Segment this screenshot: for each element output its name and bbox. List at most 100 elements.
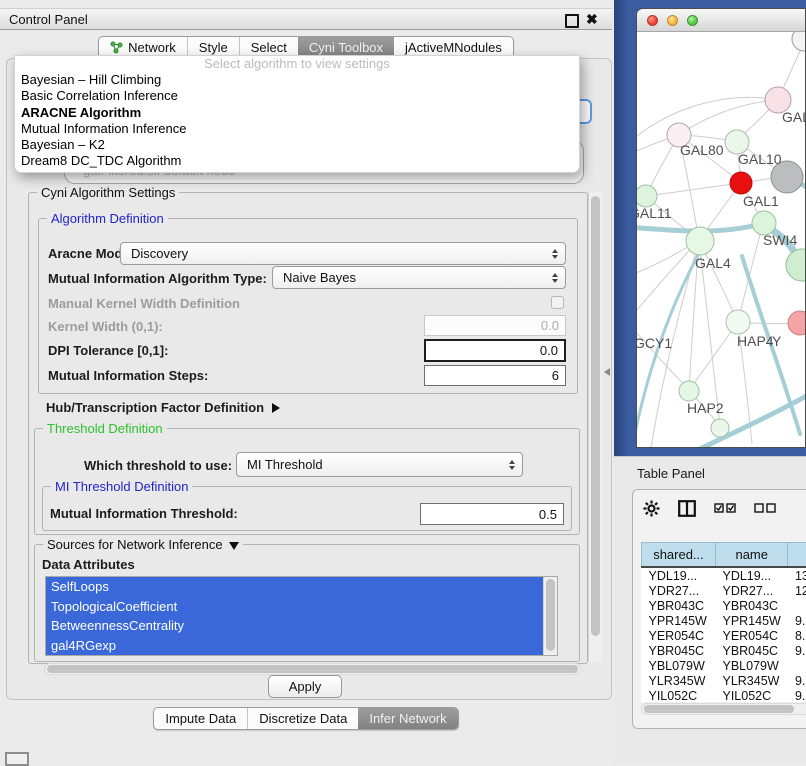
table-cell: 13 [788, 567, 806, 583]
apply-button-label: Apply [289, 679, 322, 694]
minimized-panel-icon[interactable] [5, 752, 29, 766]
table-row[interactable]: YLR345WYLR345W9. [642, 673, 806, 688]
collapsed-arrow-icon [272, 403, 280, 413]
network-node-label: GAL11 [637, 205, 672, 221]
network-node-gal1[interactable] [730, 172, 752, 194]
aracne-mode-combo[interactable]: Discovery [120, 242, 566, 265]
table-column-header[interactable]: A [788, 543, 806, 568]
network-edge[interactable] [679, 100, 778, 135]
table-cell: YER054C [642, 628, 716, 643]
mi-steps-input[interactable]: 6 [424, 365, 566, 386]
table-row[interactable]: YDL19...YDL19...13 [642, 567, 806, 583]
select-all-checkboxes-icon[interactable] [714, 502, 736, 514]
network-node-hap4[interactable] [726, 310, 750, 334]
network-node[interactable] [711, 419, 729, 437]
tab-infer-network[interactable]: Infer Network [358, 708, 457, 729]
network-graph-canvas[interactable]: GALGAL80GAL10GAL1SWI4GAL11GAL4GCY1HAP4YH… [637, 32, 806, 448]
network-edge[interactable] [646, 183, 741, 196]
kernel-width-input: 0.0 [424, 315, 566, 336]
algorithm-popup-item[interactable]: Bayesian – Hill Climbing [15, 72, 579, 88]
network-view-window[interactable]: GALGAL80GAL10GAL1SWI4GAL11GAL4GCY1HAP4YH… [636, 8, 806, 448]
split-columns-icon[interactable] [678, 500, 696, 517]
bottom-tab-strip: Impute Data Discretize Data Infer Network [153, 707, 458, 730]
data-attribute-item-selected[interactable]: SelfLoops [46, 577, 544, 597]
data-attribute-item-selected[interactable]: BetweennessCentrality [46, 616, 544, 636]
algorithm-popup-item[interactable]: Mutual Information Inference [15, 121, 579, 137]
sources-title-text: Sources for Network Inference [47, 537, 223, 552]
mi-threshold-value: 0.5 [539, 507, 557, 522]
table-row[interactable]: YBL079WYBL079W [642, 658, 806, 673]
table-row[interactable]: YER054CYER054C8. [642, 628, 806, 643]
node-table[interactable]: shared...nameAYDL19...YDL19...13YDR27...… [641, 542, 806, 702]
table-cell: YBR045C [715, 643, 788, 658]
tab-label: Select [251, 40, 287, 55]
network-edge[interactable] [689, 322, 738, 390]
kernel-width-label: Kernel Width (0,1): [48, 319, 163, 334]
data-attribute-item-selected[interactable]: gal4RGexp [46, 636, 544, 656]
tab-label: Discretize Data [259, 711, 347, 726]
mi-algorithm-type-combo[interactable]: Naive Bayes [272, 266, 566, 289]
table-cell: YBL079W [715, 658, 788, 673]
data-attributes-list[interactable]: SelfLoopsTopologicalCoefficientBetweenne… [45, 576, 558, 656]
tab-discretize-data[interactable]: Discretize Data [247, 708, 358, 729]
network-edge[interactable] [637, 240, 699, 322]
table-cell: 12 [788, 583, 806, 598]
table-cell: 9. [788, 643, 806, 658]
algorithm-popup-items: Bayesian – Hill ClimbingBasic Correlatio… [15, 72, 579, 170]
table-cell: 9. [788, 688, 806, 702]
network-node-y[interactable] [788, 311, 806, 335]
table-column-header[interactable]: shared... [642, 543, 716, 568]
deselect-checkboxes-icon[interactable] [754, 502, 776, 514]
table-row[interactable]: YBR043CYBR043C [642, 598, 806, 613]
tab-impute-data[interactable]: Impute Data [154, 708, 247, 729]
network-node-gal4[interactable] [686, 227, 714, 255]
network-desktop-background: GALGAL80GAL10GAL1SWI4GAL11GAL4GCY1HAP4YH… [614, 0, 806, 456]
stepper-icon [509, 460, 515, 470]
dpi-tolerance-input[interactable]: 0.0 [424, 339, 566, 362]
mi-algorithm-type-label: Mutual Information Algorithm Type: [48, 271, 267, 286]
manual-kernel-checkbox[interactable] [551, 296, 564, 309]
float-icon[interactable] [565, 14, 579, 28]
mi-threshold-input[interactable]: 0.5 [420, 503, 564, 525]
hub-section-toggle[interactable]: Hub/Transcription Factor Definition [46, 400, 280, 415]
settings-vertical-scrollbar[interactable] [588, 192, 602, 662]
panel-divider-collapse-icon[interactable] [604, 368, 610, 376]
network-node-hap2[interactable] [679, 381, 699, 401]
mi-algorithm-type-value: Naive Bayes [283, 270, 356, 285]
table-row[interactable]: YBR045CYBR045C9. [642, 643, 806, 658]
control-panel-titlebar[interactable]: Control Panel [0, 8, 612, 30]
table-column-header[interactable]: name [715, 543, 788, 568]
settings-horizontal-scrollbar[interactable] [44, 663, 581, 675]
algorithm-popup-item[interactable]: ARACNE Algorithm [15, 105, 579, 121]
table-row[interactable]: YPR145WYPR145W9. [642, 613, 806, 628]
network-window-titlebar[interactable] [637, 9, 805, 32]
algorithm-popup-header: Select algorithm to view settings [15, 56, 579, 72]
close-icon[interactable]: ✖ [586, 11, 598, 27]
algorithm-popup-item[interactable]: Bayesian – K2 [15, 137, 579, 153]
zoom-light-icon[interactable] [687, 15, 698, 26]
data-attribute-item-selected[interactable]: TopologicalCoefficient [46, 597, 544, 617]
minimize-light-icon[interactable] [667, 15, 678, 26]
network-node[interactable] [786, 249, 806, 281]
network-node-label: Y [772, 333, 782, 349]
settings-gear-icon[interactable] [643, 500, 660, 517]
table-cell [788, 598, 806, 613]
table-row[interactable]: YDR27...YDR27...12 [642, 583, 806, 598]
network-node-label: HAP2 [687, 400, 724, 416]
network-node-label: GAL4 [695, 255, 731, 271]
table-cell: YPR145W [642, 613, 716, 628]
sources-title[interactable]: Sources for Network Inference [43, 537, 243, 552]
which-threshold-combo[interactable]: MI Threshold [236, 452, 523, 477]
network-node-gal11[interactable] [637, 185, 657, 207]
table-cell: 9. [788, 613, 806, 628]
network-node[interactable] [792, 32, 806, 51]
apply-button[interactable]: Apply [268, 675, 342, 698]
table-row[interactable]: YIL052CYIL052C9. [642, 688, 806, 702]
tab-label: jActiveMNodules [405, 40, 502, 55]
table-horizontal-scrollbar[interactable] [641, 703, 806, 715]
algorithm-popup-item[interactable]: Dream8 DC_TDC Algorithm [15, 153, 579, 169]
algorithm-popup-item[interactable]: Basic Correlation Inference [15, 88, 579, 104]
close-light-icon[interactable] [647, 15, 658, 26]
mi-steps-label: Mutual Information Steps: [48, 368, 208, 383]
attributes-scrollbar[interactable] [543, 577, 557, 655]
